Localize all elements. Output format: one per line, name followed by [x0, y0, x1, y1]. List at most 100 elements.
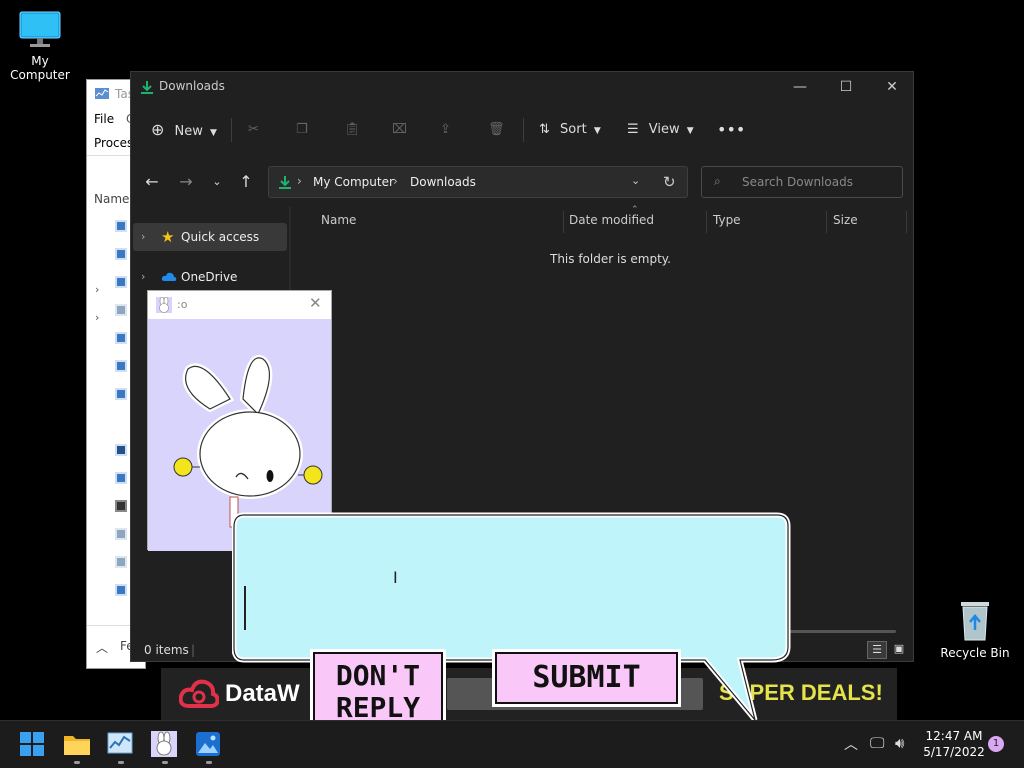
window-title: Downloads	[159, 79, 225, 93]
process-icon	[115, 332, 127, 344]
popup-close-icon[interactable]: ✕	[309, 294, 322, 312]
process-icon	[115, 276, 127, 288]
chat-message-input[interactable]	[240, 522, 780, 652]
dont-reply-button[interactable]: DON'T REPLY	[313, 652, 443, 728]
breadcrumb-my-computer[interactable]: My Computer	[313, 175, 394, 189]
empty-folder-message: This folder is empty.	[550, 252, 671, 266]
column-header-size[interactable]: Size	[833, 213, 858, 227]
process-icon	[115, 248, 127, 260]
running-indicator	[118, 761, 124, 764]
back-button[interactable]: ←	[139, 169, 165, 195]
forward-button[interactable]: →	[173, 169, 199, 195]
rename-button[interactable]: ⌧	[392, 116, 412, 144]
cut-button[interactable]: ✂	[248, 116, 268, 144]
process-list	[115, 220, 129, 640]
nav-item-quick-access[interactable]: › ★ Quick access	[133, 223, 287, 251]
process-icon	[115, 388, 127, 400]
popup-titlebar[interactable]: :o ✕	[148, 291, 331, 319]
desktop-icon-label: My Computer	[10, 54, 70, 82]
desktop: My Computer Recycle Bin Tas File C Proce…	[0, 0, 1024, 728]
refresh-icon[interactable]: ↻	[663, 173, 676, 191]
taskbar-file-explorer[interactable]	[63, 731, 91, 759]
column-divider[interactable]	[826, 211, 827, 233]
cloud-logo-icon	[179, 679, 219, 708]
chevron-down-icon: ▼	[686, 126, 694, 136]
network-icon[interactable]: 🖵︎	[870, 734, 884, 752]
column-header-date-modified[interactable]: Date modified	[569, 213, 654, 227]
address-bar[interactable]: › My Computer › Downloads ⌄ ↻	[268, 166, 688, 198]
menu-file[interactable]: File	[94, 112, 114, 126]
delete-button[interactable]: 🗑︎	[488, 116, 508, 144]
chevron-right-icon[interactable]: ›	[95, 276, 99, 304]
show-hidden-icons-chevron-icon[interactable]: ︿	[844, 734, 858, 754]
running-indicator	[206, 761, 212, 764]
sort-indicator-icon: ⌃	[631, 205, 639, 215]
clock[interactable]: 12:47 AM 5/17/2022	[922, 728, 986, 760]
recent-locations-button[interactable]: ⌄	[204, 169, 230, 195]
column-divider[interactable]	[706, 211, 707, 233]
tab-processes[interactable]: Proces	[94, 136, 133, 150]
chevron-down-icon: ⌄	[212, 175, 222, 188]
taskbar-bunny-app[interactable]	[151, 731, 179, 759]
status-divider: |	[191, 643, 196, 657]
up-button[interactable]: ↑	[233, 169, 259, 195]
nav-label: Quick access	[181, 230, 260, 244]
column-divider[interactable]	[563, 211, 564, 233]
chevron-right-icon[interactable]: ›	[141, 263, 145, 291]
cloud-icon	[161, 272, 177, 281]
running-indicator	[74, 761, 80, 764]
breadcrumb-downloads[interactable]: Downloads	[410, 175, 476, 189]
chevron-right-icon[interactable]: ›	[95, 304, 99, 332]
copy-button[interactable]: ❐	[296, 116, 316, 144]
column-header-type[interactable]: Type	[713, 213, 741, 227]
taskbar-photos[interactable]	[195, 731, 223, 759]
submit-button[interactable]: SUBMIT	[495, 652, 678, 704]
share-icon: ⇪	[440, 122, 451, 137]
volume-icon[interactable]: 🔊︎	[895, 734, 904, 752]
paste-button[interactable]: 📋︎	[344, 116, 364, 144]
share-button[interactable]: ⇪	[440, 116, 460, 144]
details-view-button[interactable]: ☰	[867, 641, 887, 659]
sort-button[interactable]: ⇅ Sort ▼	[539, 116, 609, 144]
windows-logo-icon	[20, 732, 44, 756]
view-button[interactable]: ☰ View ▼	[627, 116, 697, 144]
expand-chevrons: › ›	[95, 276, 99, 332]
breadcrumb-separator-icon: ›	[297, 174, 302, 188]
gear-icon	[115, 528, 127, 540]
nav-item-onedrive[interactable]: › OneDrive	[133, 263, 287, 291]
desktop-icon-recycle-bin[interactable]: Recycle Bin	[935, 598, 1015, 660]
column-name[interactable]: Name	[94, 192, 129, 206]
more-options-button[interactable]: •••	[717, 116, 745, 144]
toolbar-divider	[523, 118, 524, 142]
address-dropdown-icon[interactable]: ⌄	[631, 174, 640, 187]
arrow-right-icon: →	[179, 172, 193, 191]
chevron-down-icon: ▼	[593, 126, 601, 136]
chevron-up-icon[interactable]: ︿	[96, 639, 108, 656]
ellipsis-icon: •••	[717, 120, 746, 139]
process-icon	[115, 220, 127, 232]
maximize-button[interactable]: ☐	[823, 72, 869, 102]
monitor-icon	[19, 11, 61, 47]
desktop-icon-my-computer[interactable]: My Computer	[0, 10, 80, 82]
new-button[interactable]: ⊕ New ▼	[151, 116, 221, 144]
notification-badge[interactable]: 1	[988, 736, 1004, 752]
download-icon	[141, 81, 153, 94]
clock-date: 5/17/2022	[923, 745, 985, 759]
trash-icon: 🗑︎	[488, 122, 505, 137]
minimize-button[interactable]: —	[777, 72, 823, 102]
explorer-titlebar[interactable]: Downloads — ☐ ✕	[131, 72, 913, 102]
search-box[interactable]: ⌕ Search Downloads	[701, 166, 903, 198]
bunny-app-icon	[151, 731, 177, 757]
chevron-right-icon[interactable]: ›	[141, 223, 145, 251]
bunny-popup-window[interactable]: :o ✕	[147, 290, 332, 551]
running-indicator	[162, 761, 168, 764]
tiles-view-button[interactable]: ▣	[889, 641, 909, 659]
column-divider[interactable]	[906, 211, 907, 233]
close-button[interactable]: ✕	[869, 72, 915, 102]
start-button[interactable]	[19, 731, 47, 759]
column-header-name[interactable]: Name	[321, 213, 356, 227]
gear-icon	[115, 304, 127, 316]
item-count: 0 items	[144, 643, 189, 657]
notepad-icon	[115, 444, 127, 456]
taskbar-task-manager[interactable]	[107, 731, 135, 759]
